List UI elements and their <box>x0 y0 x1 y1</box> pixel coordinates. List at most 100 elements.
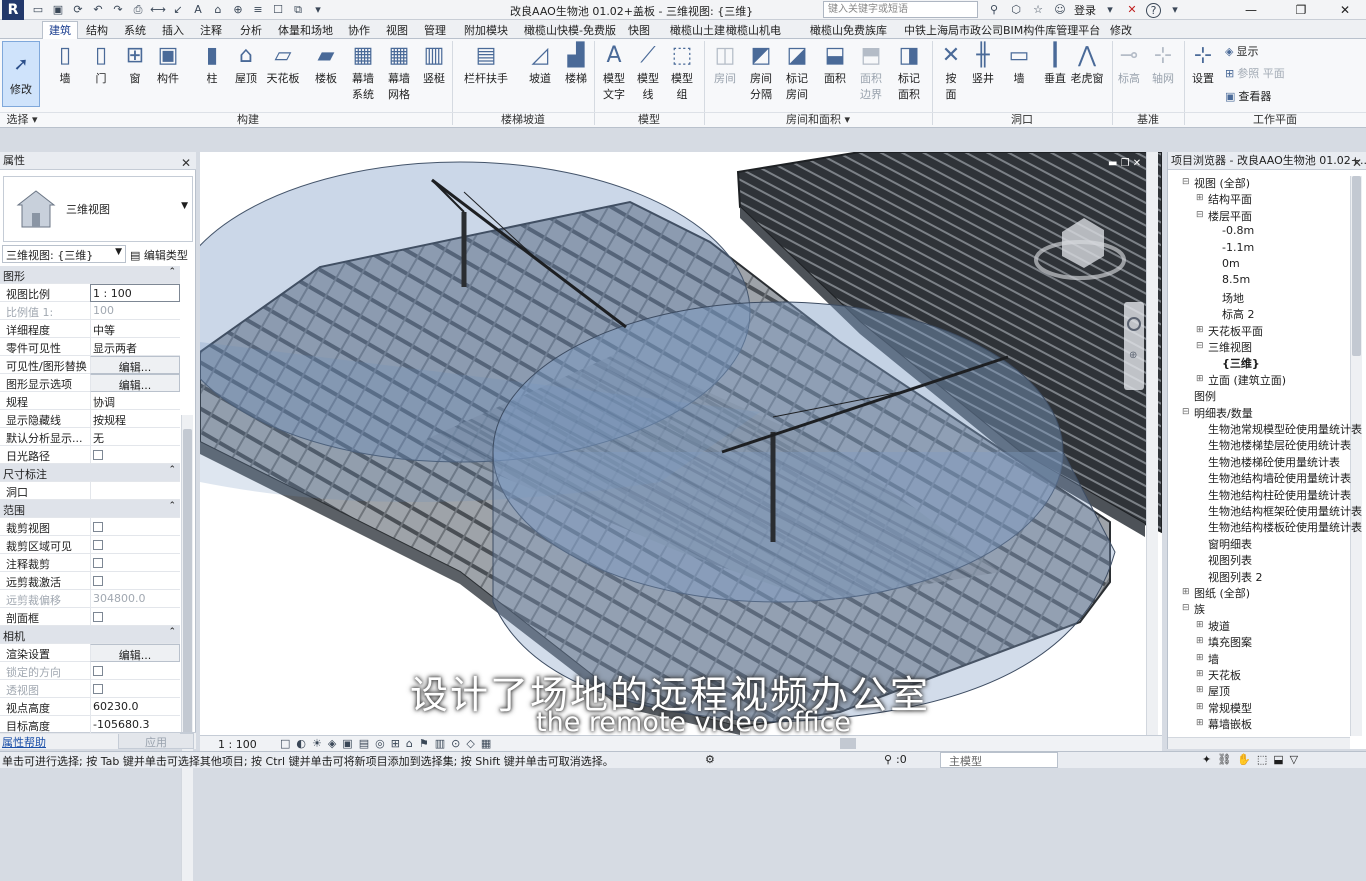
restore-button[interactable]: ❐ <box>1278 0 1324 20</box>
subscription-icon[interactable]: ⬡ <box>1008 2 1024 18</box>
tree-toggle-icon[interactable]: ⊞ <box>1196 620 1204 630</box>
mullion-button[interactable]: ▥ 竖梃 <box>416 42 452 86</box>
tree-item[interactable]: 窗明细表 <box>1208 536 1252 552</box>
grid-button[interactable]: ⊹ 设置 <box>1186 42 1220 86</box>
property-value[interactable] <box>90 482 180 500</box>
tab-9[interactable]: 管理 <box>424 22 446 38</box>
property-section[interactable]: 范围 ⌃ <box>0 500 180 518</box>
tree-item[interactable]: 图例 <box>1194 388 1216 404</box>
user-icon[interactable]: ☺ <box>1052 2 1068 18</box>
property-section[interactable]: 图形 ⌃ <box>0 266 180 284</box>
tree-toggle-icon[interactable]: ⊞ <box>1196 702 1204 712</box>
tree-item[interactable]: 天花板 <box>1208 667 1241 683</box>
app-menu-button[interactable]: R <box>2 0 24 20</box>
door-button[interactable]: ▯ 门 <box>83 42 119 86</box>
property-value[interactable]: -105680.3 <box>90 716 180 734</box>
close-button[interactable]: ✕ <box>1322 0 1366 20</box>
tab-3[interactable]: 插入 <box>162 22 184 38</box>
tab-4[interactable]: 注释 <box>200 22 222 38</box>
close-hidden-icon[interactable]: ☐ <box>270 2 286 18</box>
tab-17[interactable]: 修改 <box>1110 22 1132 38</box>
level-button[interactable]: ⊸ 标高 <box>1112 42 1146 86</box>
worksets-icon[interactable]: ⚙ <box>705 753 715 766</box>
default-3d-icon[interactable]: ⌂ <box>210 2 226 18</box>
railing-button[interactable]: ▤ 栏杆扶手 <box>462 42 510 86</box>
ceiling-button[interactable]: ▱ 天花板 <box>265 42 301 86</box>
view-type-dropdown[interactable]: 三维视图: {三维} ▼ <box>2 245 126 263</box>
property-checkbox[interactable] <box>90 608 180 626</box>
model-line-button[interactable]: ⟋ 模型线 <box>631 42 665 102</box>
tree-item[interactable]: 生物池常规模型砼使用量统计表 <box>1208 421 1362 437</box>
zoom-icon[interactable]: ⊕ <box>1129 350 1137 361</box>
tree-item[interactable]: 常规模型 <box>1208 700 1252 716</box>
tab-12[interactable]: 快图 <box>628 22 650 38</box>
tree-toggle-icon[interactable]: ⊟ <box>1182 407 1190 417</box>
tree-item[interactable]: 生物池楼梯垫层砼使用统计表 <box>1208 437 1351 453</box>
open-icon[interactable]: ▭ <box>30 2 46 18</box>
vertical-button[interactable]: ┃ 垂直 <box>1038 42 1072 86</box>
tree-toggle-icon[interactable]: ⊞ <box>1196 193 1204 203</box>
type-selector-preview[interactable]: 三维视图 ▼ <box>3 176 193 242</box>
collapse-icon[interactable]: ⌃ <box>168 267 176 277</box>
tag-area-button[interactable]: ◨ 标记 面积 <box>891 42 927 102</box>
undo-icon[interactable]: ↶ <box>90 2 106 18</box>
tab-14[interactable]: 橄榄山机电 <box>726 22 781 38</box>
tree-toggle-icon[interactable]: ⊞ <box>1196 653 1204 663</box>
tree-toggle-icon[interactable]: ⊞ <box>1196 636 1204 646</box>
column-button[interactable]: ▮ 柱 <box>194 42 230 86</box>
tree-toggle-icon[interactable]: ⊟ <box>1196 210 1204 220</box>
property-checkbox[interactable] <box>90 536 180 554</box>
view-scale[interactable]: 1 : 100 <box>218 738 257 751</box>
tree-item[interactable]: 三维视图 <box>1208 339 1252 355</box>
tab-13[interactable]: 橄榄山土建 <box>670 22 725 38</box>
tree-item[interactable]: 明细表/数量 <box>1194 405 1253 421</box>
tab-6[interactable]: 体量和场地 <box>278 22 333 38</box>
section-icon[interactable]: ⊕ <box>230 2 246 18</box>
help-icon[interactable]: ? <box>1146 2 1161 18</box>
wall-opening-button[interactable]: ▭ 墙 <box>1002 42 1036 86</box>
3d-viewport[interactable]: ▬ ❐ ✕ ⊕ <box>200 152 1162 735</box>
workplane-viewer-button[interactable]: ▣ 查看器 <box>1225 88 1271 104</box>
tree-item[interactable]: 生物池结构柱砼使用量统计表 <box>1208 487 1351 503</box>
area-boundary-button[interactable]: ⬒ 面积 边界 <box>853 42 889 102</box>
tree-item[interactable]: 场地 <box>1222 290 1244 306</box>
tab-10[interactable]: 附加模块 <box>464 22 508 38</box>
horizontal-scroll-thumb[interactable] <box>840 738 856 749</box>
viewport-scrollbar[interactable] <box>1146 152 1158 735</box>
filter-icon[interactable]: ⚲ <box>884 753 892 766</box>
tab-5[interactable]: 分析 <box>240 22 262 38</box>
property-checkbox[interactable] <box>90 446 180 464</box>
tree-toggle-icon[interactable]: ⊞ <box>1196 374 1204 384</box>
tree-item[interactable]: -0.8m <box>1222 224 1254 237</box>
chevron-down-icon[interactable]: ▾ <box>1102 2 1118 18</box>
room-separator-button[interactable]: ◩ 房间 分隔 <box>743 42 779 102</box>
exchange-icon[interactable]: ✕ <box>1124 2 1140 18</box>
close-icon[interactable]: ✕ <box>1352 154 1362 169</box>
dormer-button[interactable]: ⋀ 老虎窗 <box>1070 42 1104 86</box>
tree-toggle-icon[interactable]: ⊞ <box>1196 669 1204 679</box>
tab-8[interactable]: 视图 <box>386 22 408 38</box>
model-text-button[interactable]: A 模型 文字 <box>597 42 631 102</box>
window-button[interactable]: ⊞ 窗 <box>117 42 153 86</box>
apply-button[interactable]: 应用 <box>118 733 194 749</box>
workplane-ref-button[interactable]: ⊞ 参照 平面 <box>1225 65 1285 81</box>
modify-button[interactable]: ➚ 修改 <box>2 41 40 107</box>
property-value[interactable]: 无 <box>90 428 180 446</box>
tree-item[interactable]: 立面 (建筑立面) <box>1208 372 1286 388</box>
edit-button[interactable]: 编辑... <box>90 644 180 662</box>
by-face-button[interactable]: ✕ 按面 <box>934 42 968 102</box>
tree-item[interactable]: 生物池楼梯砼使用量统计表 <box>1208 454 1340 470</box>
tab-1[interactable]: 结构 <box>86 22 108 38</box>
model-group-button[interactable]: ⬚ 模型组 <box>665 42 699 102</box>
switch-windows-icon[interactable]: ⧉ <box>290 2 306 18</box>
close-icon[interactable]: ✕ <box>181 154 191 172</box>
stair-button[interactable]: ▟ 楼梯 <box>552 42 600 86</box>
sync-icon[interactable]: ⟳ <box>70 2 86 18</box>
property-value[interactable]: 显示两者 <box>90 338 180 356</box>
tree-toggle-icon[interactable]: ⊞ <box>1196 718 1204 728</box>
properties-help-link[interactable]: 属性帮助 <box>2 734 46 750</box>
edit-type-button[interactable]: ▤ 编辑类型 <box>130 247 188 263</box>
collapse-icon[interactable]: ⌃ <box>168 465 176 475</box>
property-value[interactable]: 按规程 <box>90 410 180 428</box>
tree-item[interactable]: 楼层平面 <box>1208 208 1252 224</box>
